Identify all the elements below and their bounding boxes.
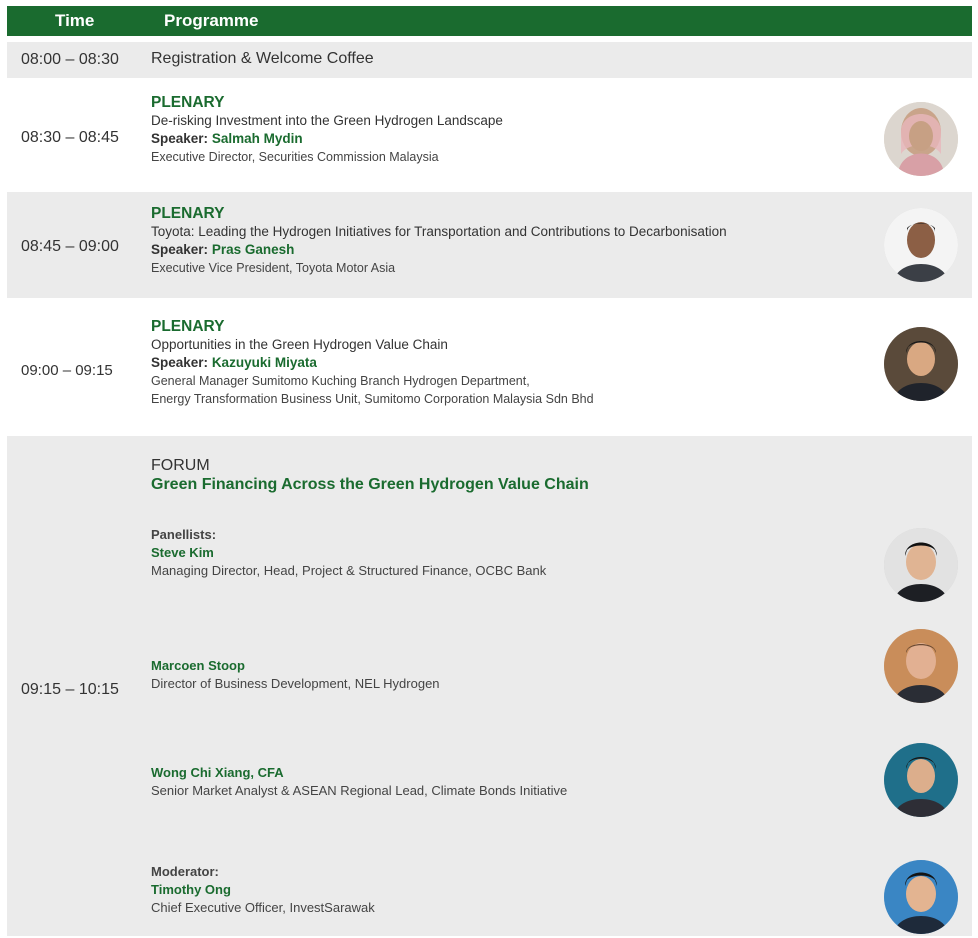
speaker-label: Speaker:: [151, 131, 209, 146]
session-label: PLENARY: [151, 205, 225, 222]
agenda-row-plenary-1: 08:30 – 08:45 PLENARY De-risking Investm…: [7, 84, 972, 190]
session-block: PLENARY Opportunities in the Green Hydro…: [151, 318, 594, 408]
panellist-role: Managing Director, Head, Project & Struc…: [151, 563, 547, 578]
row-time: 08:00 – 08:30: [21, 51, 119, 68]
moderator-label: Moderator:: [151, 864, 219, 879]
speaker-name: Kazuyuki Miyata: [211, 355, 317, 370]
session-label: PLENARY: [151, 94, 225, 111]
speaker-role-line2: Energy Transformation Business Unit, Sum…: [151, 392, 594, 406]
panellist-photo: [884, 743, 958, 817]
programme-column-header: Programme: [164, 11, 259, 30]
table-header: Time Programme: [7, 6, 972, 36]
agenda-row-registration: 08:00 – 08:30 Registration & Welcome Cof…: [7, 42, 972, 78]
agenda-row-forum: 09:15 – 10:15 FORUM Green Financing Acro…: [7, 436, 972, 936]
session-title: De-risking Investment into the Green Hyd…: [151, 113, 503, 128]
panellist-name: Steve Kim: [151, 545, 214, 560]
row-time: 09:15 – 10:15: [21, 681, 119, 698]
session-title: Toyota: Leading the Hydrogen Initiatives…: [151, 224, 727, 239]
forum-heading: FORUM Green Financing Across the Green H…: [151, 457, 589, 494]
speaker-photo: [884, 102, 958, 176]
speaker-role: Executive Director, Securities Commissio…: [151, 150, 439, 164]
panellist-name: Marcoen Stoop: [151, 658, 245, 673]
panellist-role: Senior Market Analyst & ASEAN Regional L…: [151, 783, 568, 798]
panellist-photo: [884, 629, 958, 703]
speaker-name: Pras Ganesh: [211, 242, 295, 257]
speaker-role: General Manager Sumitomo Kuching Branch …: [151, 374, 530, 388]
row-time: 08:45 – 09:00: [21, 238, 119, 255]
speaker-name: Salmah Mydin: [211, 131, 303, 146]
session-block: PLENARY Toyota: Leading the Hydrogen Ini…: [151, 205, 727, 277]
speaker-photo: [884, 327, 958, 401]
moderator-role: Chief Executive Officer, InvestSarawak: [151, 900, 375, 915]
speaker-photo: [884, 208, 958, 282]
speaker-label: Speaker:: [151, 355, 209, 370]
session-label: FORUM: [151, 457, 210, 474]
panellist-block: Wong Chi Xiang, CFA Senior Market Analys…: [151, 762, 567, 798]
time-column-header: Time: [55, 11, 95, 30]
row-title: Registration & Welcome Coffee: [151, 50, 374, 67]
panellists-label: Panellists:: [151, 527, 217, 542]
panellist-name: Wong Chi Xiang, CFA: [151, 765, 284, 780]
moderator-block: Moderator: Timothy Ong Chief Executive O…: [151, 864, 375, 915]
agenda-row-plenary-3: 09:00 – 09:15 PLENARY Opportunities in t…: [7, 300, 972, 430]
panellist-photo: [884, 528, 958, 602]
panellist-role: Director of Business Development, NEL Hy…: [151, 676, 440, 691]
row-time: 09:00 – 09:15: [21, 362, 113, 379]
speaker-role: Executive Vice President, Toyota Motor A…: [151, 261, 396, 275]
moderator-photo: [884, 860, 958, 934]
panellist-block: Panellists: Steve Kim Managing Director,…: [151, 527, 546, 578]
row-time: 08:30 – 08:45: [21, 129, 119, 146]
moderator-name: Timothy Ong: [151, 882, 231, 897]
session-title: Opportunities in the Green Hydrogen Valu…: [151, 337, 448, 352]
agenda-row-plenary-2: 08:45 – 09:00 PLENARY Toyota: Leading th…: [7, 192, 972, 298]
panellist-block: Marcoen Stoop Director of Business Devel…: [151, 655, 440, 691]
session-label: PLENARY: [151, 318, 225, 335]
speaker-label: Speaker:: [151, 242, 209, 257]
forum-title: Green Financing Across the Green Hydroge…: [151, 476, 589, 493]
session-block: PLENARY De-risking Investment into the G…: [151, 94, 503, 166]
